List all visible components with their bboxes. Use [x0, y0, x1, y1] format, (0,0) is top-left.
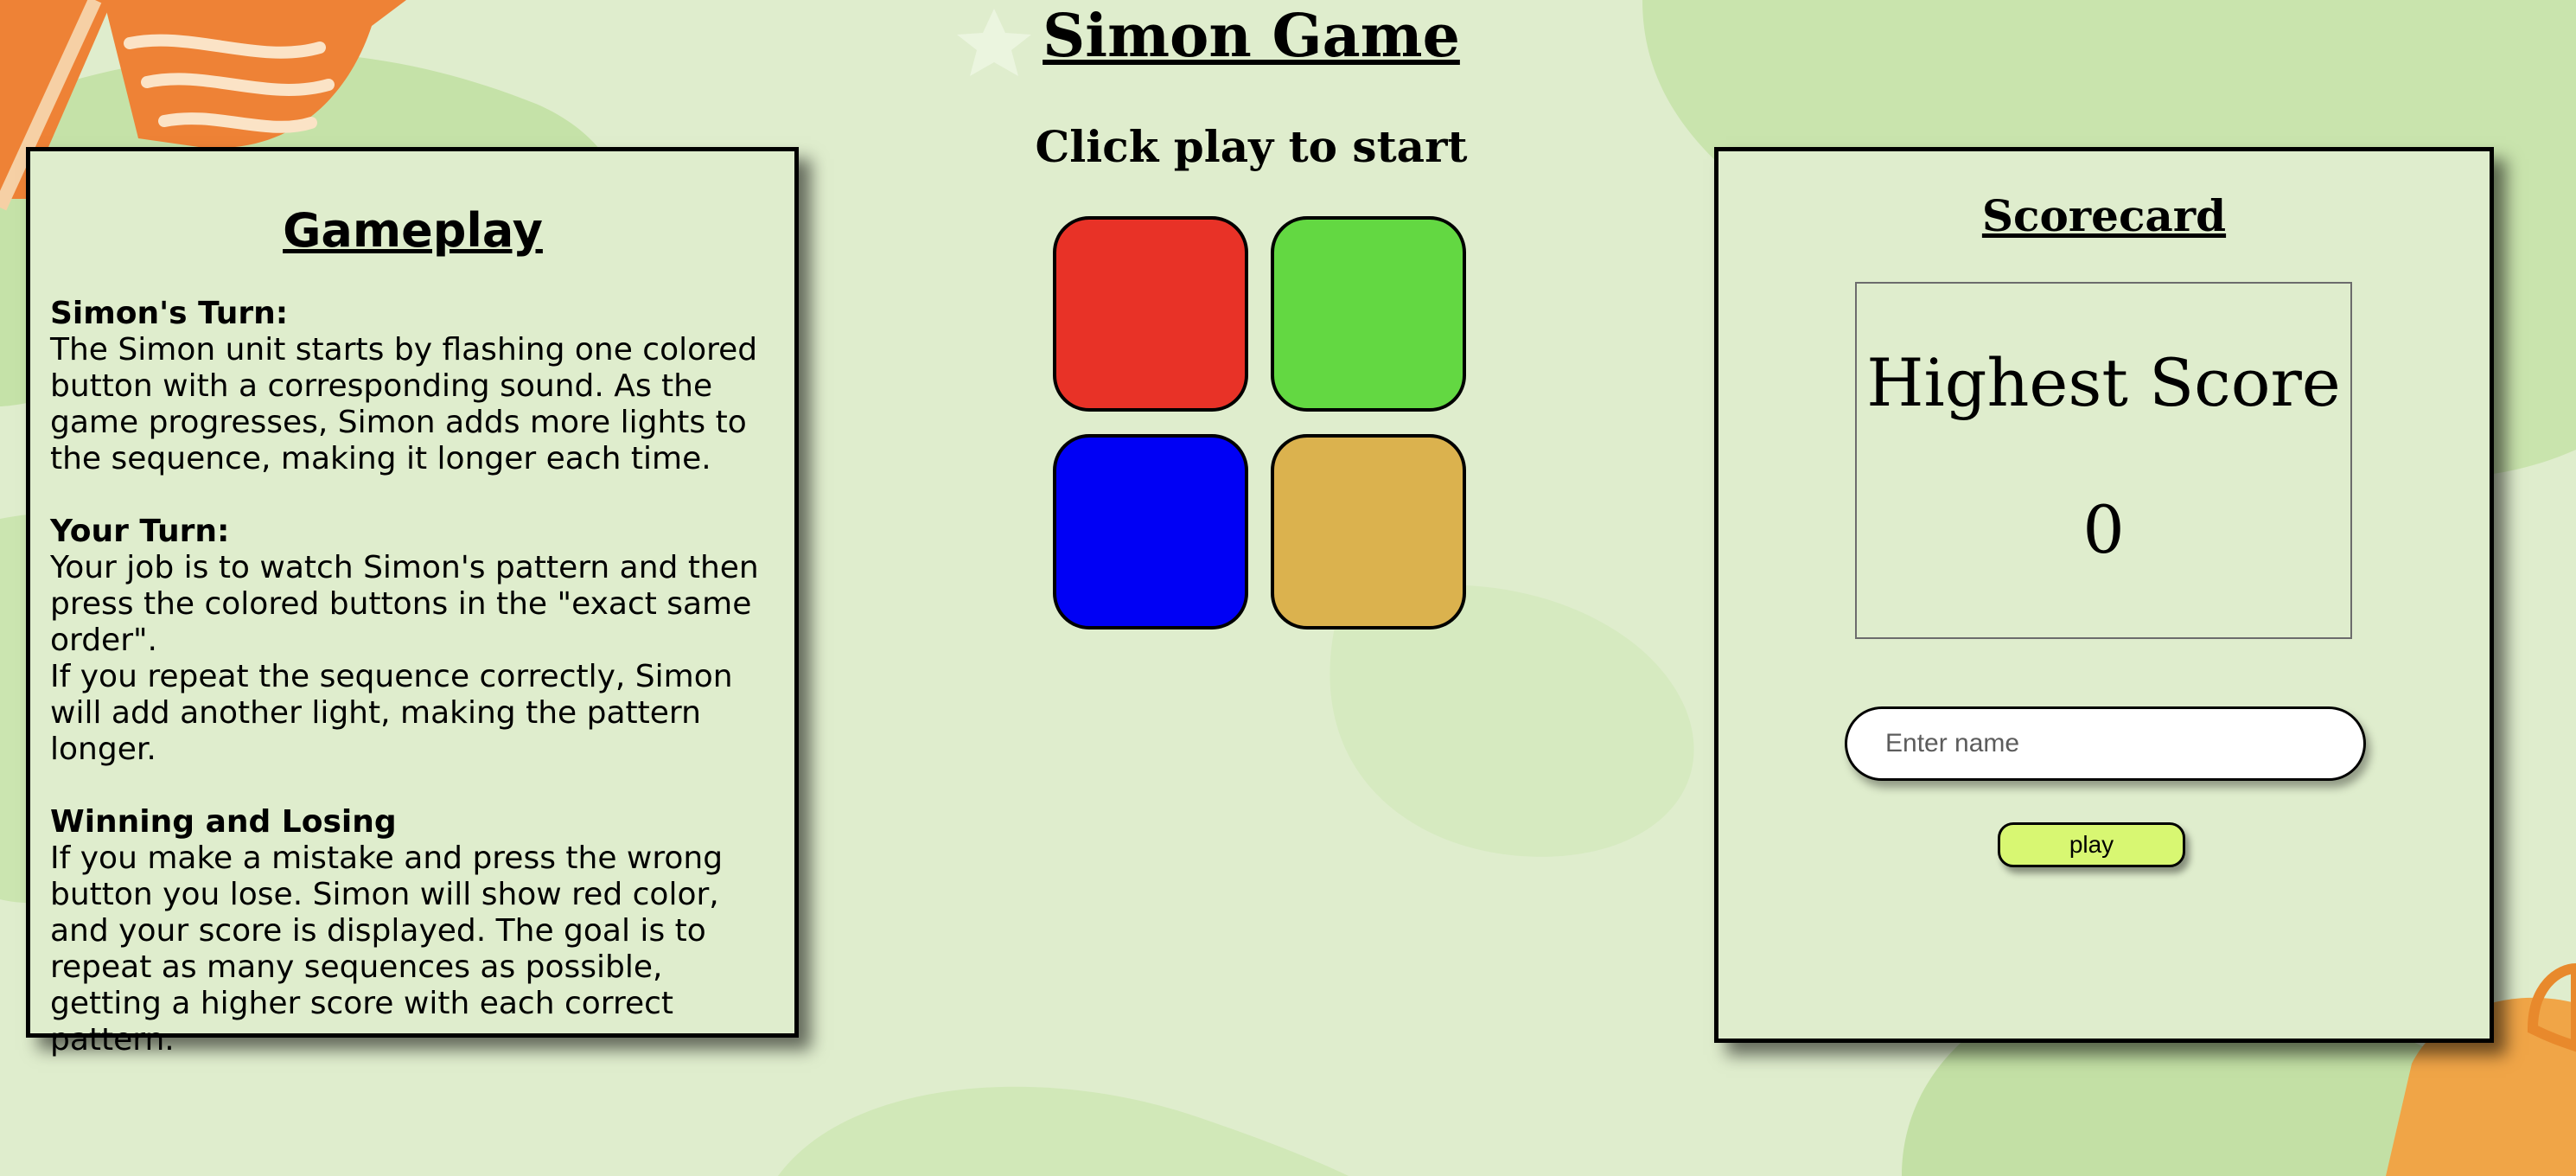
gameplay-title: Gameplay: [283, 203, 543, 258]
blue-pad[interactable]: [1053, 434, 1248, 630]
game-title: Simon Game: [1043, 2, 1460, 71]
name-input[interactable]: [1845, 706, 2366, 781]
highest-score-value: 0: [2082, 491, 2125, 568]
section-heading: Simon's Turn:: [50, 296, 289, 331]
section-body: The Simon unit starts by flashing one co…: [50, 332, 758, 476]
gameplay-section-simons-turn: Simon's Turn: The Simon unit starts by f…: [50, 296, 775, 477]
yellow-pad[interactable]: [1271, 434, 1466, 630]
section-heading: Winning and Losing: [50, 804, 397, 840]
section-body: If you make a mistake and press the wron…: [50, 840, 724, 1058]
green-pad[interactable]: [1271, 216, 1466, 412]
highest-score-label: Highest Score: [1866, 344, 2341, 421]
simon-pad-grid: [1053, 216, 1466, 630]
highest-score-box: Highest Score 0: [1855, 282, 2352, 639]
gameplay-section-your-turn: Your Turn: Your job is to watch Simon's …: [50, 514, 775, 768]
gameplay-panel: Gameplay Simon's Turn: The Simon unit st…: [26, 147, 799, 1058]
scorecard-panel: Scorecard Highest Score 0 play: [1714, 147, 2494, 1043]
section-heading: Your Turn:: [50, 514, 230, 549]
section-body: Your job is to watch Simon's pattern and…: [50, 550, 759, 767]
play-button[interactable]: play: [1998, 822, 2185, 867]
red-pad[interactable]: [1053, 216, 1248, 412]
scorecard-title: Scorecard: [1981, 190, 2227, 241]
gameplay-section-winning-losing: Winning and Losing If you make a mistake…: [50, 804, 775, 1058]
